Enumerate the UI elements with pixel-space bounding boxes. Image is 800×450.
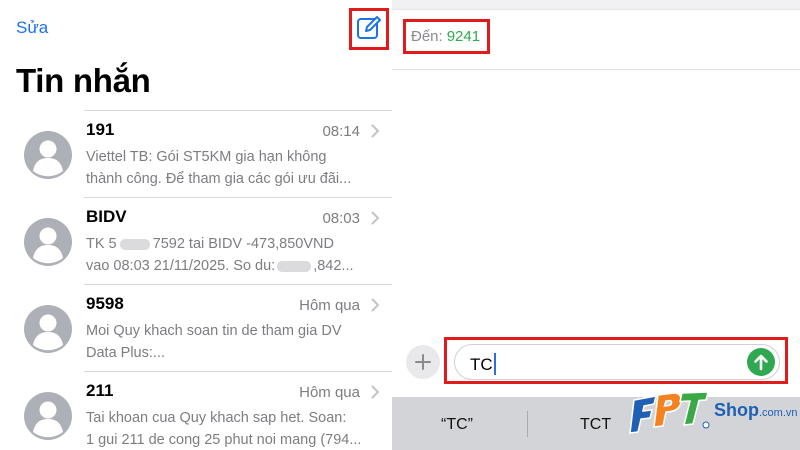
chevron-right-icon [371, 124, 379, 138]
logo-wordmark: Shop.com.vn [714, 400, 798, 420]
contact-avatar-icon [24, 218, 72, 266]
recipient-value[interactable]: 9241 [447, 28, 480, 45]
edit-button[interactable]: Sửa [16, 18, 48, 38]
message-preview: Tai khoan cua Quy khach sap het. Soan: 1… [86, 410, 362, 448]
plus-icon [415, 354, 431, 370]
message-preview: Moi Quy khach soan tin de tham gia DV Da… [86, 323, 342, 361]
message-preview: Viettel TB: Gói ST5KM gia hạn không thàn… [86, 149, 352, 187]
row-divider [84, 197, 392, 198]
send-button[interactable] [747, 348, 775, 376]
recipient-label: Đến: [411, 28, 443, 45]
row-divider [84, 110, 392, 111]
sender-name: 191 [86, 120, 115, 139]
message-preview: TK 5 7592 tai BIDV -473,850VND vao 08:03 … [86, 236, 354, 274]
chevron-right-icon [371, 298, 379, 312]
fpt-shop-logo: Shop.com.vn [628, 392, 798, 440]
contact-avatar-icon [24, 131, 72, 179]
recipient-field[interactable]: Đến: 9241 [411, 28, 480, 45]
sender-name: BIDV [86, 207, 127, 226]
chevron-right-icon [371, 211, 379, 225]
message-time: 08:14 [322, 123, 360, 140]
sender-name: 9598 [86, 294, 124, 313]
page-title: Tin nhắn [16, 62, 151, 99]
suggestion-divider [527, 411, 528, 437]
attach-button[interactable] [406, 345, 440, 379]
message-input[interactable]: TC [454, 344, 780, 380]
contact-avatar-icon [24, 392, 72, 440]
compose-icon [357, 16, 381, 39]
text-caret [493, 353, 496, 375]
conversation-row[interactable]: BIDV 08:03 TK 5 7592 tai BIDV -473,850VND… [0, 197, 392, 284]
new-message-pane: Đến: 9241 TC “TC” TCT [392, 0, 800, 450]
sender-name: 211 [86, 381, 114, 400]
conversation-row[interactable]: 211 Hôm qua Tai khoan cua Quy khach sap … [0, 371, 392, 450]
message-time: Hôm qua [299, 297, 360, 314]
message-time: Hôm qua [299, 384, 360, 401]
header-divider [392, 69, 800, 70]
redacted-blur [119, 238, 150, 250]
message-list: 191 08:14 Viettel TB: Gói ST5KM gia hạn … [0, 110, 392, 450]
arrow-up-icon [754, 354, 768, 371]
chevron-right-icon [371, 385, 379, 399]
row-divider [84, 371, 392, 372]
row-divider [84, 284, 392, 285]
top-strip [392, 0, 800, 10]
conversation-row[interactable]: 191 08:14 Viettel TB: Gói ST5KM gia hạn … [0, 110, 392, 197]
compose-button[interactable] [356, 15, 382, 41]
message-input-text: TC [470, 355, 493, 374]
contact-avatar-icon [24, 305, 72, 353]
conversation-row[interactable]: 9598 Hôm qua Moi Quy khach soan tin de t… [0, 284, 392, 371]
fpt-logo-icon [629, 392, 710, 434]
redacted-blur [277, 260, 312, 272]
suggestion-item[interactable]: TCT [580, 416, 611, 434]
message-time: 08:03 [322, 210, 360, 227]
suggestion-item[interactable]: “TC” [441, 416, 473, 434]
conversation-list-pane: Sửa Tin nhắn 191 08:14 Viettel TB: Gói S… [0, 0, 392, 450]
